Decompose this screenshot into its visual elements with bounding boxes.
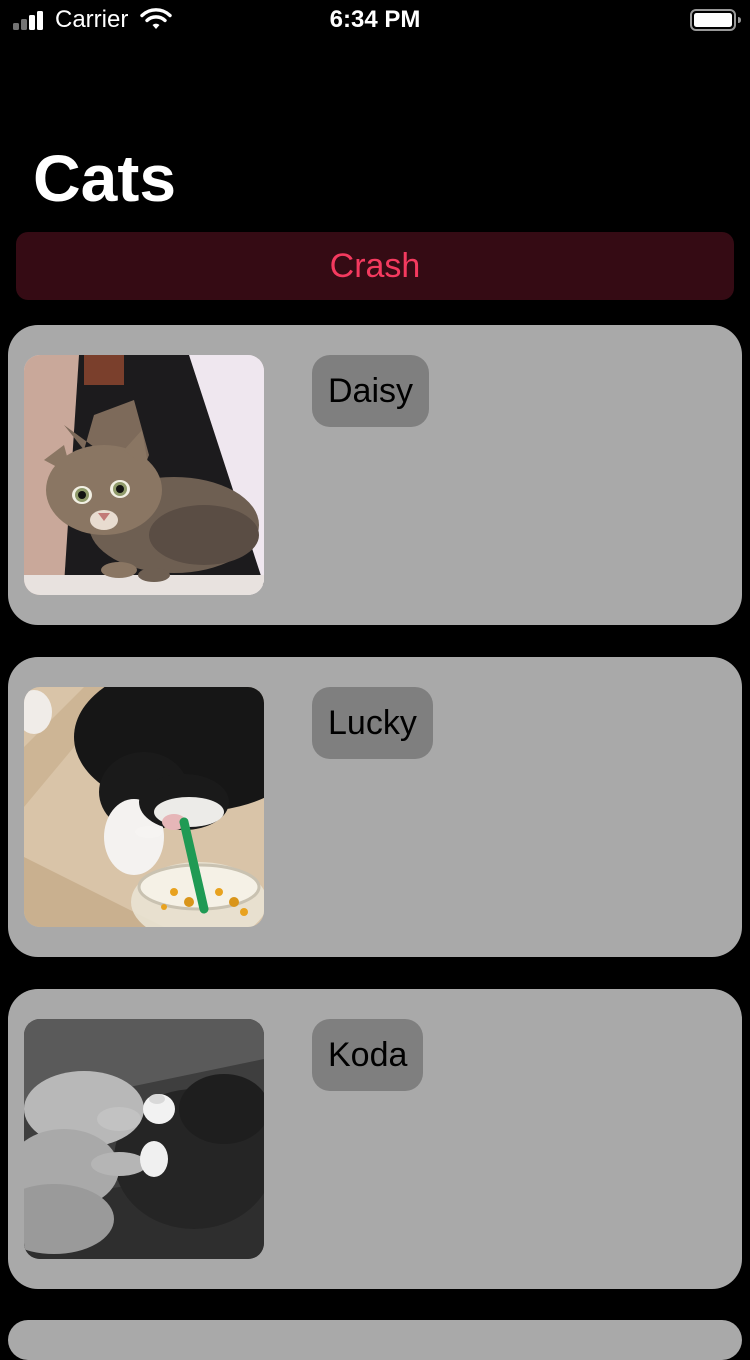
cat-card-partial[interactable] (8, 1320, 742, 1360)
cat-photo-daisy (24, 355, 264, 595)
status-time: 6:34 PM (329, 6, 421, 33)
cat-name-badge: Koda (312, 1019, 424, 1091)
battery-icon (690, 9, 741, 31)
cat-photo-koda (24, 1019, 264, 1259)
status-bar: Carrier 6:34 PM (0, 0, 750, 40)
cat-name-badge: Lucky (312, 687, 433, 759)
cat-photo-lucky (24, 687, 264, 927)
cat-card-koda[interactable]: Koda (8, 989, 742, 1289)
page-title: Cats (33, 141, 177, 215)
cat-card-daisy[interactable]: Daisy (8, 325, 742, 625)
cat-name-badge: Daisy (312, 355, 430, 427)
cat-card-lucky[interactable]: Lucky (8, 657, 742, 957)
crash-button[interactable]: Crash (16, 232, 734, 300)
